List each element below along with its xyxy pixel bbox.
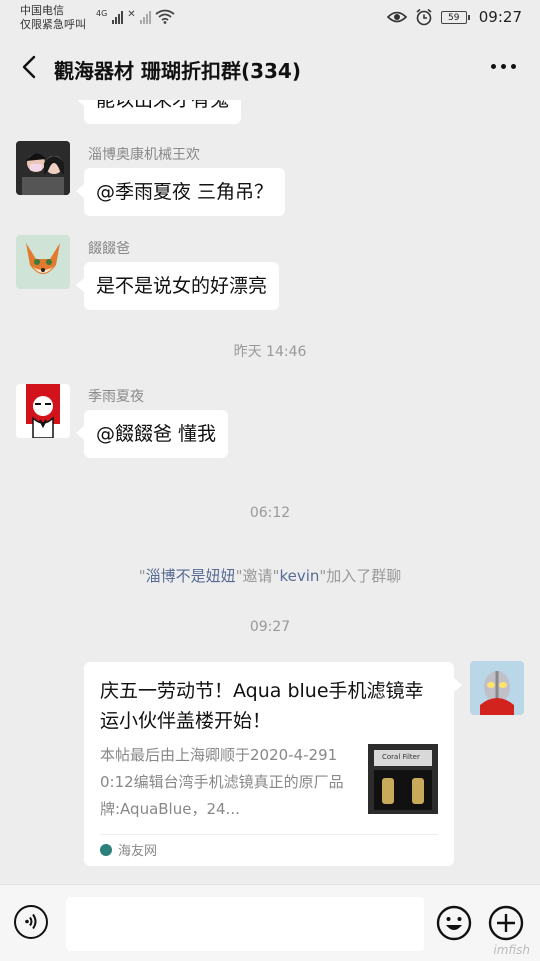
right-status-icons: 59 09:27 [386, 8, 522, 26]
message-bubble[interactable]: @季雨夏夜 三角吊？ [75, 168, 286, 216]
chat-header: 觀海器材 珊瑚折扣群(334) [0, 36, 540, 100]
sender-name: 餟餟爸 [88, 241, 130, 257]
message-bubble[interactable]: @餟餟爸 懂我 [75, 410, 229, 458]
timestamp: 09:27 [249, 619, 291, 635]
signal-strength-icon [112, 11, 124, 24]
link-card-title: 庆五一劳动节！Aqua blue手机滤镜幸运小伙伴盖楼开始！ [100, 680, 424, 732]
quote-mark: " [138, 567, 146, 585]
thumbnail-label: Coral Filter [382, 753, 420, 761]
link-card-description: 本帖最后由上海卿顺于2020-4-2910:12编辑台湾手机滤镜真正的原厂品牌:… [100, 746, 344, 818]
no-signal-icon: ✕ [127, 9, 136, 20]
message-list[interactable]: 能以出来才有鬼 淄博奥康机械王欢 @季雨夏夜 三角吊？ 餟餟爸 是不是说女的好漂… [0, 100, 540, 884]
alarm-icon [416, 8, 432, 26]
source-logo-icon [100, 843, 112, 856]
link-card-source: 海友网 [100, 840, 157, 859]
watermark: imfish [493, 943, 530, 957]
message-input[interactable] [66, 897, 424, 951]
my-avatar-ultraman[interactable] [470, 661, 524, 715]
message-bubble-partial[interactable]: 能以出来才有鬼 [75, 100, 242, 124]
status-time: 09:27 [478, 8, 522, 26]
system-message: "淄博不是妞妞"邀请"kevin"加入了群聊 [0, 565, 540, 586]
emergency-only-label: 仅限紧急呼叫 [20, 18, 86, 31]
avatar-wanghuan[interactable] [16, 141, 70, 195]
timestamp: 昨天 14:46 [233, 344, 307, 360]
carrier-name: 中国电信 [20, 4, 64, 17]
link-card[interactable]: 庆五一劳动节！Aqua blue手机滤镜幸运小伙伴盖楼开始！ 本帖最后由上海卿顺… [84, 662, 462, 866]
avatar-fox[interactable] [16, 235, 70, 289]
voice-input-icon[interactable] [14, 905, 48, 939]
emoji-icon[interactable] [436, 905, 472, 941]
status-bar: 中国电信 仅限紧急呼叫 4G ✕ 59 09:27 [0, 0, 540, 36]
message-bubble[interactable]: 是不是说女的好漂亮 [75, 262, 280, 310]
sender-name: 季雨夏夜 [88, 389, 144, 405]
inviter-link[interactable]: 淄博不是妞妞 [146, 567, 236, 585]
back-arrow-icon[interactable] [16, 52, 46, 82]
battery-icon: 59 [440, 10, 470, 24]
wifi-icon [155, 9, 175, 24]
eye-comfort-icon [386, 11, 407, 23]
signal-icons: 4G ✕ [96, 9, 175, 24]
signal-strength-icon-2 [139, 11, 151, 24]
more-options-icon[interactable] [491, 64, 516, 69]
carrier-info: 中国电信 仅限紧急呼叫 [20, 4, 86, 32]
card-divider [100, 834, 438, 835]
add-more-icon[interactable] [488, 905, 524, 941]
joined-text: "加入了群聊 [319, 567, 402, 585]
avatar-kfc[interactable] [16, 384, 70, 438]
chat-title: 觀海器材 珊瑚折扣群(334) [54, 59, 301, 83]
network-type-label: 4G [96, 9, 108, 18]
invitee-link[interactable]: kevin [279, 567, 319, 585]
timestamp: 06:12 [249, 505, 291, 521]
source-name: 海友网 [118, 844, 158, 859]
link-card-thumbnail: Coral Filter [368, 744, 438, 814]
invite-text: "邀请" [235, 567, 280, 585]
sender-name: 淄博奥康机械王欢 [88, 147, 200, 163]
input-bar: imfish [0, 884, 540, 961]
